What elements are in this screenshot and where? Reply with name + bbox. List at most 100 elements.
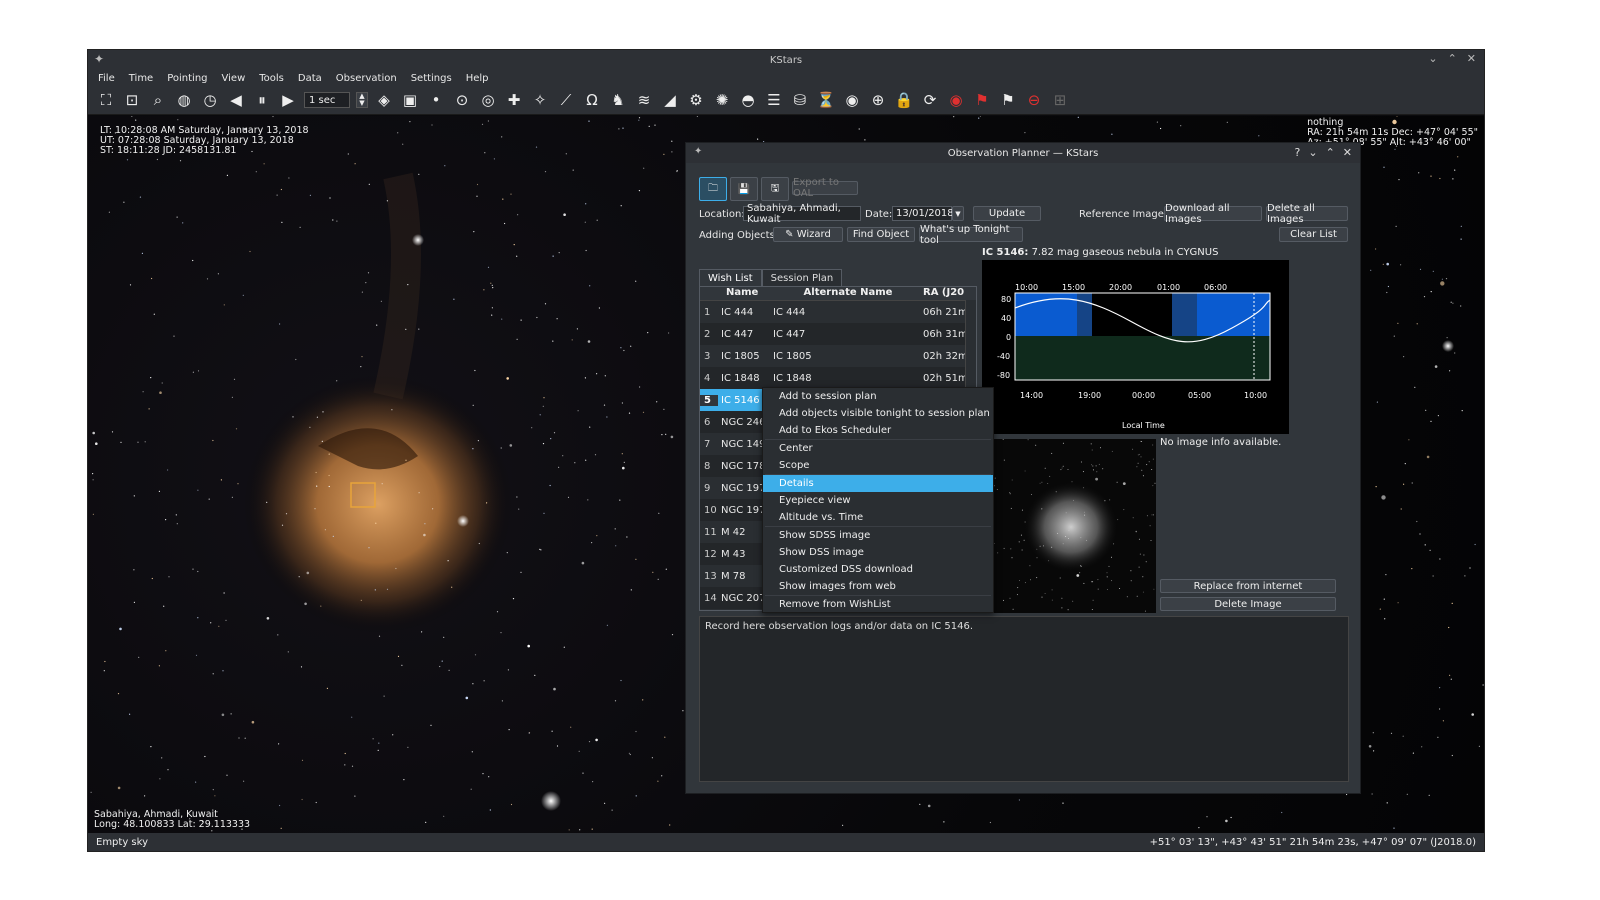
dialog-app-icon[interactable]: ✦	[694, 146, 702, 157]
step-backward-icon[interactable]: ◀	[226, 89, 246, 111]
altitude-plot[interactable]: 10:00 15:00 20:00 01:00 06:00 80 40 0 -4…	[982, 260, 1289, 434]
time-step-field[interactable]: 1 sec	[304, 92, 350, 108]
clock-icon[interactable]: ◷	[200, 89, 220, 111]
mosaic-icon[interactable]: ⟳	[920, 89, 940, 111]
clear-list-button[interactable]: Clear List	[1279, 227, 1348, 242]
find-object-button[interactable]: Find Object	[847, 227, 915, 242]
tab-wish-list[interactable]: Wish List	[699, 269, 762, 286]
maximize-icon[interactable]: ⌃	[1326, 146, 1335, 159]
whats-up-tonight-button[interactable]: What's up Tonight tool	[919, 224, 1023, 246]
equatorial-grid-icon[interactable]: ◈	[374, 89, 394, 111]
export-oal-button[interactable]: Export to OAL	[792, 177, 858, 199]
constellation-names-icon[interactable]: Ω	[582, 89, 602, 111]
stop-red-icon[interactable]: ⊖	[1024, 89, 1044, 111]
column-alternate-name[interactable]: Alternate Name	[773, 287, 923, 300]
delete-image-button[interactable]: Delete Image	[1160, 597, 1336, 611]
time-step-spinner[interactable]: ▲ ▼	[356, 92, 368, 108]
update-button[interactable]: Update	[973, 206, 1041, 221]
crosshair-icon[interactable]: ⊕	[868, 89, 888, 111]
table-row[interactable]: 4 IC 1848 IC 1848 02h 51m	[700, 367, 976, 389]
fullscreen-icon[interactable]: ⛶	[96, 89, 116, 111]
pause-icon[interactable]: ⏸	[252, 89, 272, 111]
help-icon[interactable]: ?	[1295, 146, 1301, 159]
save-as-button[interactable]: 🖫	[761, 177, 789, 201]
close-icon[interactable]: ✕	[1343, 146, 1352, 159]
deep-sky-icon[interactable]: ⊙	[452, 89, 472, 111]
menu-item-scope[interactable]: Scope	[763, 457, 993, 474]
solar-system-icon[interactable]: ✚	[504, 89, 524, 111]
flag-red-icon[interactable]: ⚑	[972, 89, 992, 111]
flag-white-icon[interactable]: ⚑	[998, 89, 1018, 111]
constellation-lines-icon[interactable]: ⟋	[556, 89, 576, 111]
download-all-images-button[interactable]: Download all Images	[1164, 203, 1262, 225]
menu-tools[interactable]: Tools	[259, 73, 284, 84]
galaxy-icon[interactable]: ◎	[478, 89, 498, 111]
menu-data[interactable]: Data	[298, 73, 322, 84]
menu-item-details[interactable]: Details	[763, 475, 993, 492]
save-as-icon: 🖫	[770, 182, 780, 194]
wizard-button[interactable]: ✎ Wizard	[773, 227, 843, 242]
observation-icon[interactable]: ◉	[842, 89, 862, 111]
date-field[interactable]: 13/01/2018	[892, 206, 954, 221]
menu-item-customized-dss-download[interactable]: Customized DSS download	[763, 561, 993, 578]
menu-item-eyepiece-view[interactable]: Eyepiece view	[763, 492, 993, 509]
menu-item-show-sdss-image[interactable]: Show SDSS image	[763, 527, 993, 544]
object-thumbnail[interactable]	[986, 439, 1156, 613]
menu-file[interactable]: File	[98, 73, 115, 84]
menu-observation[interactable]: Observation	[336, 73, 397, 84]
close-icon[interactable]: ✕	[1467, 52, 1476, 65]
comets-icon[interactable]: ✧	[530, 89, 550, 111]
menu-item-altitude-vs-time[interactable]: Altitude vs. Time	[763, 509, 993, 526]
kstars-app-icon[interactable]: ✦	[94, 52, 104, 66]
menu-view[interactable]: View	[222, 73, 246, 84]
zoom-fit-icon[interactable]: ⊡	[122, 89, 142, 111]
menu-help[interactable]: Help	[466, 73, 489, 84]
menu-item-show-images-from-web[interactable]: Show images from web	[763, 578, 993, 595]
ekos-icon[interactable]: ☰	[764, 89, 784, 111]
location-button[interactable]: Sabahiya, Ahmadi, Kuwait	[743, 203, 861, 225]
save-button[interactable]: 💾	[730, 177, 758, 201]
menu-item-show-dss-image[interactable]: Show DSS image	[763, 544, 993, 561]
date-dropdown[interactable]: ▼	[952, 206, 964, 221]
globe-icon[interactable]: ◍	[174, 89, 194, 111]
supernova-icon[interactable]: ✺	[712, 89, 732, 111]
column-name[interactable]: Name	[718, 287, 773, 300]
top-tick: 10:00	[1015, 283, 1038, 292]
menu-item-add-to-ekos-scheduler[interactable]: Add to Ekos Scheduler	[763, 422, 993, 439]
lock-icon[interactable]: 🔒	[894, 89, 914, 111]
maximize-icon[interactable]: ⌃	[1448, 52, 1457, 65]
top-tick: 06:00	[1204, 283, 1227, 292]
telescope-disabled-icon[interactable]: ⊞	[1050, 89, 1070, 111]
ground-icon[interactable]: ◢	[660, 89, 680, 111]
table-row[interactable]: 3 IC 1805 IC 1805 02h 32m	[700, 345, 976, 367]
menu-item-add-to-session-plan[interactable]: Add to session plan	[763, 388, 993, 405]
column-ra[interactable]: RA (J20	[923, 287, 969, 300]
menu-item-center[interactable]: Center	[763, 440, 993, 457]
tab-session-plan[interactable]: Session Plan	[761, 269, 843, 286]
menu-pointing[interactable]: Pointing	[167, 73, 207, 84]
row-number: 9	[704, 482, 711, 494]
open-file-button[interactable]: 🗀	[699, 177, 727, 201]
target-red-icon[interactable]: ◉	[946, 89, 966, 111]
satellites-icon[interactable]: ⚙	[686, 89, 706, 111]
delete-all-images-button[interactable]: Delete all Images	[1266, 203, 1348, 225]
indi-icon[interactable]: ⛁	[790, 89, 810, 111]
search-icon[interactable]: ⌕	[148, 89, 168, 111]
step-forward-icon[interactable]: ▶	[278, 89, 298, 111]
fits-icon[interactable]: ⏳	[816, 89, 836, 111]
hips-icon[interactable]: ◓	[738, 89, 758, 111]
constellation-art-icon[interactable]: ♞	[608, 89, 628, 111]
menu-time[interactable]: Time	[129, 73, 153, 84]
menu-item-remove-from-wishlist[interactable]: Remove from WishList	[763, 596, 993, 613]
minimize-icon[interactable]: ⌄	[1308, 146, 1317, 159]
observation-notes-field[interactable]: Record here observation logs and/or data…	[699, 616, 1349, 782]
table-row[interactable]: 1 IC 444 IC 444 06h 21m	[700, 301, 976, 323]
horizon-icon[interactable]: ▣	[400, 89, 420, 111]
menu-item-add-visible-tonight[interactable]: Add objects visible tonight to session p…	[763, 405, 993, 422]
milky-way-icon[interactable]: ≋	[634, 89, 654, 111]
stars-icon[interactable]: •	[426, 89, 446, 111]
table-row[interactable]: 2 IC 447 IC 447 06h 31m	[700, 323, 976, 345]
replace-from-internet-button[interactable]: Replace from internet	[1160, 579, 1336, 593]
menu-settings[interactable]: Settings	[411, 73, 452, 84]
minimize-icon[interactable]: ⌄	[1428, 52, 1437, 65]
